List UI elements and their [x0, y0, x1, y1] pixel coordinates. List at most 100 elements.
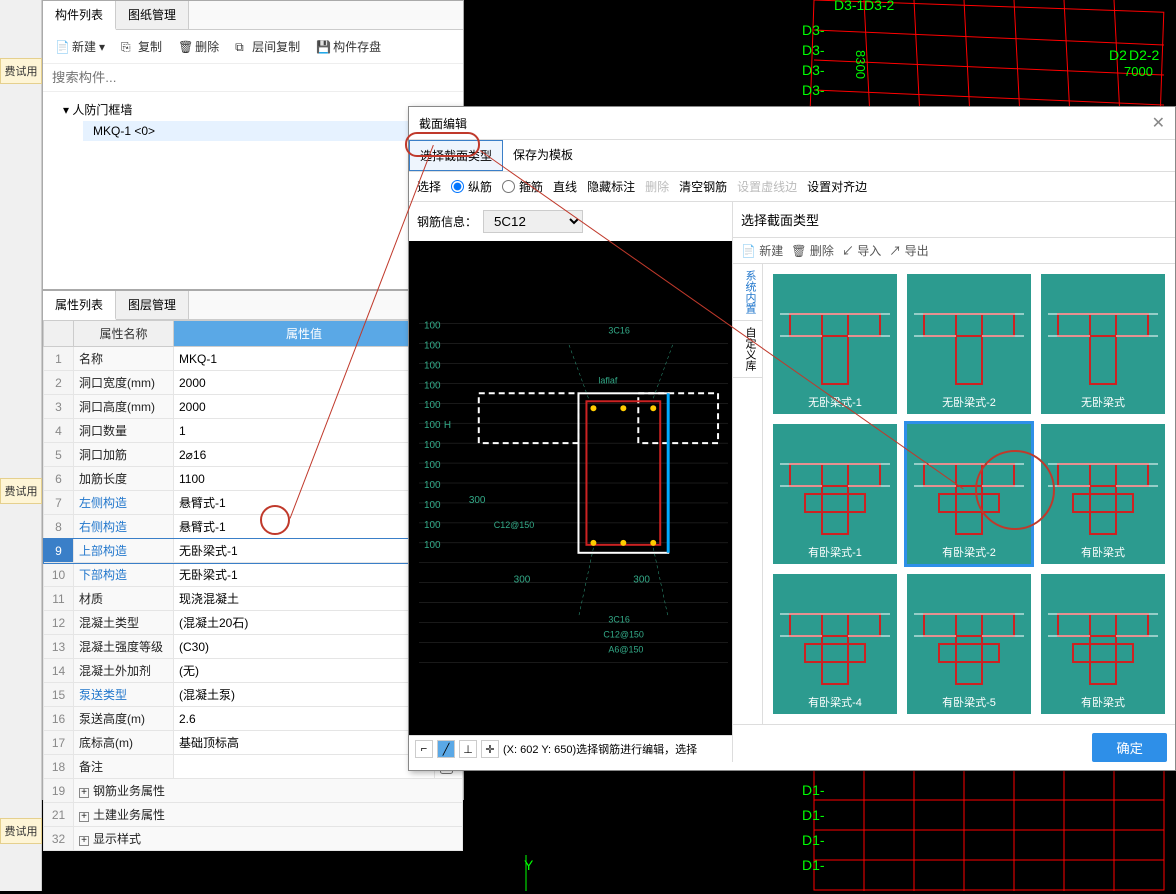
close-icon[interactable]: ✕ — [1152, 113, 1165, 133]
table-row[interactable]: 11材质现浇混凝土 — [44, 587, 463, 611]
svg-text:100: 100 — [424, 500, 441, 511]
table-row[interactable]: 12混凝土类型(混凝土20石) — [44, 611, 463, 635]
right-title: 选择截面类型 — [733, 202, 1175, 237]
table-row[interactable]: 4洞口数量1 — [44, 419, 463, 443]
section-card[interactable]: 有卧梁式 — [1041, 574, 1165, 714]
table-row[interactable]: 5洞口加筋2⌀16 — [44, 443, 463, 467]
table-row[interactable]: 7左侧构造悬臂式-1 — [44, 491, 463, 515]
table-row[interactable]: 17底标高(m)基础顶标高 — [44, 731, 463, 755]
status-icon[interactable]: ⊥ — [459, 740, 477, 758]
table-row[interactable]: 9上部构造无卧梁式-1 — [44, 539, 463, 563]
svg-text:D3-: D3- — [802, 82, 825, 98]
save-button[interactable]: 💾构件存盘 — [310, 35, 387, 58]
side-tab-custom[interactable]: 自定义库 — [733, 321, 762, 378]
rt-import[interactable]: ↙ 导入 — [842, 242, 881, 259]
table-group-row[interactable]: 21+土建业务属性 — [44, 803, 463, 827]
tool-setalign[interactable]: 设置对齐边 — [807, 178, 867, 195]
status-icon[interactable]: ╱ — [437, 740, 455, 758]
svg-text:C12@150: C12@150 — [603, 630, 644, 640]
status-icon[interactable]: ⌐ — [415, 740, 433, 758]
status-icon[interactable]: ✛ — [481, 740, 499, 758]
svg-text:D3-: D3- — [802, 62, 825, 78]
table-row[interactable]: 3洞口高度(mm)2000 — [44, 395, 463, 419]
panel-tabs: 构件列表 图纸管理 — [43, 1, 463, 30]
tool-setdash: 设置虚线边 — [737, 178, 797, 195]
table-row[interactable]: 18备注 — [44, 755, 463, 779]
tool-clear[interactable]: 清空钢筋 — [679, 178, 727, 195]
tab-drawing-mgmt[interactable]: 图纸管理 — [116, 1, 189, 29]
search-input[interactable] — [49, 67, 457, 88]
rt-delete[interactable]: 🗑 删除 — [791, 242, 834, 259]
table-group-row[interactable]: 19+钢筋业务属性 — [44, 779, 463, 803]
save-icon: 💾 — [316, 40, 330, 54]
tree-root[interactable]: ▾ 人防门框墙 — [53, 98, 453, 121]
table-row[interactable]: 13混凝土强度等级(C30) — [44, 635, 463, 659]
side-tabs: 系统内置 自定义库 — [733, 264, 763, 724]
svg-text:100: 100 — [424, 400, 441, 411]
section-card[interactable]: 无卧梁式-1 — [773, 274, 897, 414]
rt-export[interactable]: ↗ 导出 — [889, 242, 928, 259]
table-row[interactable]: 14混凝土外加剂(无) — [44, 659, 463, 683]
tab-component-list[interactable]: 构件列表 — [43, 1, 116, 30]
section-card[interactable]: 无卧梁式-2 — [907, 274, 1031, 414]
tool-line[interactable]: 直线 — [553, 178, 577, 195]
trial-tag[interactable]: 费试用 — [0, 478, 42, 504]
svg-text:D1-: D1- — [802, 782, 825, 798]
layercopy-icon: ⧉ — [235, 40, 249, 54]
tool-select[interactable]: 选择 — [417, 178, 441, 195]
delete-button[interactable]: 🗑删除 — [172, 35, 225, 58]
radio-long-input[interactable] — [451, 180, 464, 193]
status-text: (X: 602 Y: 650)选择钢筋进行编辑，选择 — [503, 741, 697, 757]
radio-stirrup[interactable]: 箍筋 — [502, 178, 543, 195]
table-row[interactable]: 16泵送高度(m)2.6 — [44, 707, 463, 731]
section-card[interactable]: 有卧梁式-4 — [773, 574, 897, 714]
table-row[interactable]: 1名称MKQ-1 — [44, 347, 463, 371]
radio-stirrup-input[interactable] — [502, 180, 515, 193]
tool-hide[interactable]: 隐藏标注 — [587, 178, 635, 195]
svg-text:C12@150: C12@150 — [494, 520, 535, 530]
section-canvas[interactable]: 100 100 100 100 100 100 100 100 100 100 … — [409, 241, 732, 735]
svg-text:100: 100 — [424, 540, 441, 551]
svg-text:100: 100 — [424, 380, 441, 391]
trial-tag[interactable]: 费试用 — [0, 58, 42, 84]
component-toolbar: 📄新建 ▾ ⎘复制 🗑删除 ⧉层间复制 💾构件存盘 — [43, 30, 463, 64]
tab-save-template[interactable]: 保存为模板 — [503, 140, 583, 171]
table-group-row[interactable]: 32+显示样式 — [44, 827, 463, 851]
table-row[interactable]: 10下部构造无卧梁式-1 — [44, 563, 463, 587]
dialog-toolbar: 选择 纵筋 箍筋 直线 隐藏标注 删除 清空钢筋 设置虚线边 设置对齐边 — [409, 172, 1175, 202]
section-card[interactable]: 有卧梁式-2 — [907, 424, 1031, 564]
trial-tag[interactable]: 费试用 — [0, 818, 42, 844]
property-tabs: 属性列表 图层管理 — [43, 291, 463, 320]
rebar-label: 钢筋信息： — [417, 213, 477, 230]
new-button[interactable]: 📄新建 ▾ — [49, 35, 111, 58]
svg-text:300: 300 — [469, 495, 486, 506]
tab-property-list[interactable]: 属性列表 — [43, 291, 116, 320]
tab-select-section[interactable]: 选择截面类型 — [409, 140, 503, 171]
ok-button[interactable]: 确定 — [1092, 733, 1167, 762]
dialog-titlebar[interactable]: 截面编辑 ✕ — [409, 107, 1175, 140]
table-row[interactable]: 15泵送类型(混凝土泵) — [44, 683, 463, 707]
svg-text:D1-: D1- — [802, 857, 825, 873]
svg-text:D1-: D1- — [802, 807, 825, 823]
col-name: 属性名称 — [74, 321, 174, 347]
table-row[interactable]: 6加筋长度1100 — [44, 467, 463, 491]
radio-long[interactable]: 纵筋 — [451, 178, 492, 195]
copy-icon: ⎘ — [121, 40, 135, 54]
section-card[interactable]: 无卧梁式 — [1041, 274, 1165, 414]
rt-new[interactable]: 📄 新建 — [741, 242, 783, 259]
copy-button[interactable]: ⎘复制 — [115, 35, 168, 58]
side-tab-system[interactable]: 系统内置 — [733, 264, 762, 321]
section-edit-dialog: 截面编辑 ✕ 选择截面类型 保存为模板 选择 纵筋 箍筋 直线 隐藏标注 删除 … — [408, 106, 1176, 771]
rebar-select[interactable]: 5C12 — [483, 210, 583, 233]
tab-layer-mgmt[interactable]: 图层管理 — [116, 291, 189, 319]
property-panel: 属性列表 图层管理 属性名称 属性值 1名称MKQ-12洞口宽度(mm)2000… — [42, 290, 464, 800]
section-card[interactable]: 有卧梁式 — [1041, 424, 1165, 564]
svg-text:300: 300 — [514, 575, 531, 586]
section-card[interactable]: 有卧梁式-1 — [773, 424, 897, 564]
table-row[interactable]: 8右侧构造悬臂式-1 — [44, 515, 463, 539]
table-row[interactable]: 2洞口宽度(mm)2000 — [44, 371, 463, 395]
svg-text:100: 100 — [424, 340, 441, 351]
layer-copy-button[interactable]: ⧉层间复制 — [229, 35, 306, 58]
tree-child[interactable]: MKQ-1 <0> — [83, 121, 453, 141]
section-card[interactable]: 有卧梁式-5 — [907, 574, 1031, 714]
